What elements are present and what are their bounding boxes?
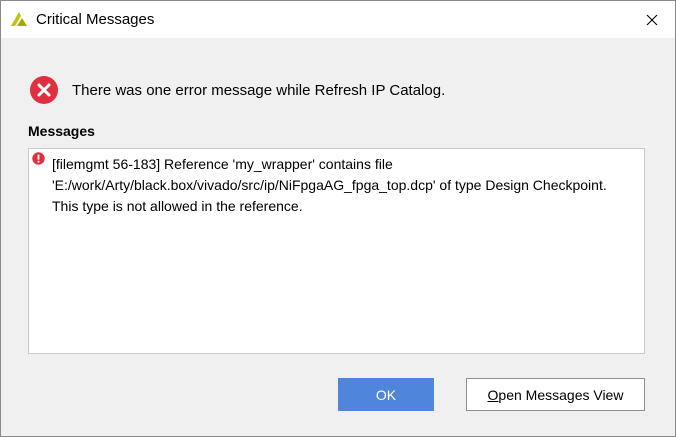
window-title: Critical Messages: [36, 11, 155, 28]
message-text: [filemgmt 56-183] Reference 'my_wrapper'…: [52, 156, 607, 214]
error-icon: [32, 152, 45, 165]
messages-label: Messages: [28, 123, 95, 139]
critical-messages-dialog: Critical Messages There was one error me…: [0, 0, 676, 437]
vivado-logo-icon: [11, 12, 27, 26]
close-icon: [646, 14, 658, 25]
mnemonic-letter: O: [487, 386, 499, 403]
button-label-rest: pen Messages View: [498, 386, 624, 403]
summary-text: There was one error message while Refres…: [72, 81, 446, 99]
error-icon: [30, 76, 58, 104]
open-messages-view-button[interactable]: Open Messages View: [466, 378, 645, 411]
ok-button[interactable]: OK: [338, 378, 434, 411]
messages-list[interactable]: [filemgmt 56-183] Reference 'my_wrapper'…: [28, 148, 645, 354]
title-bar[interactable]: Critical Messages: [1, 1, 675, 38]
summary-row: There was one error message while Refres…: [29, 74, 445, 106]
close-button[interactable]: [629, 1, 675, 38]
